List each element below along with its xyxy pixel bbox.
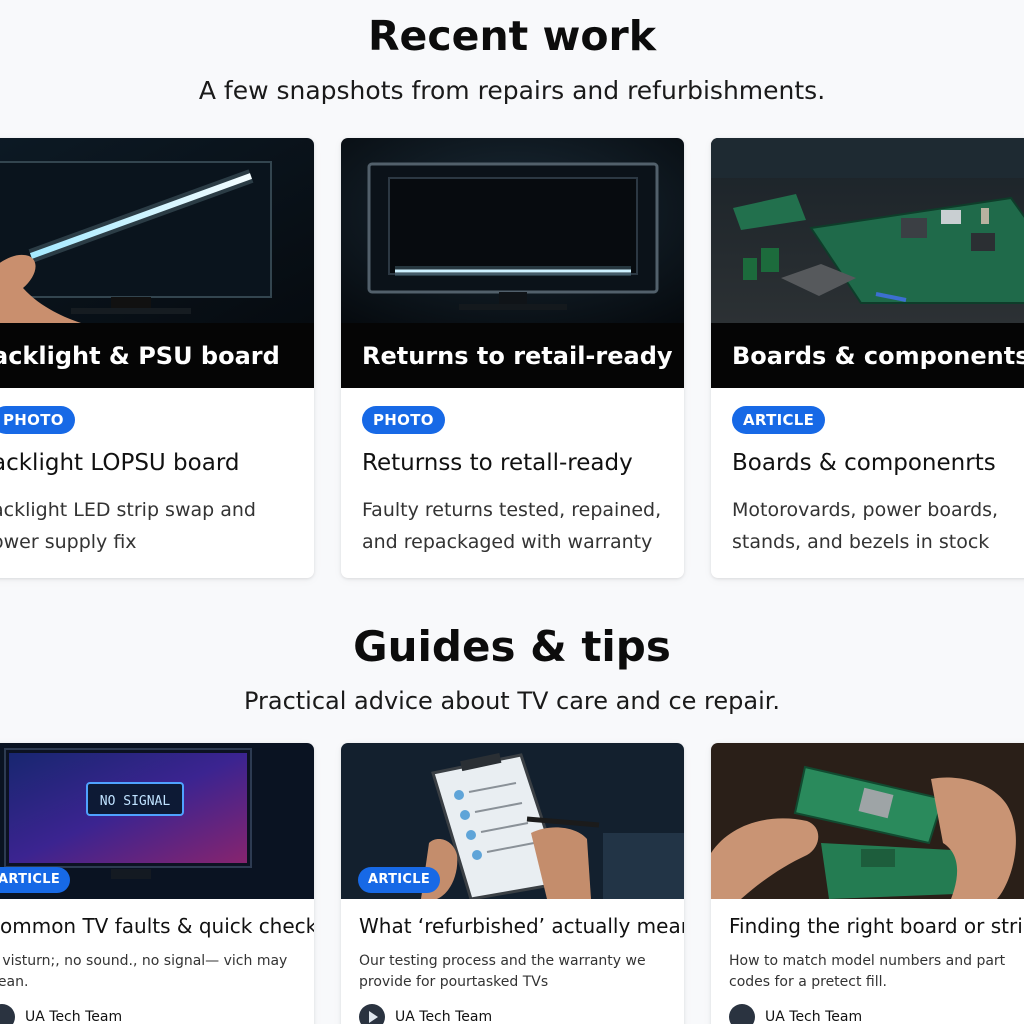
recent-work-title: Recent work [367, 12, 657, 60]
guide-card-refurbished[interactable]: ARTICLE What ‘refurbished’ actually mean… [341, 743, 684, 1024]
avatar [729, 1004, 755, 1024]
card-title[interactable]: Returnss to retall-ready [362, 450, 633, 476]
guides-title: Guides & tips [353, 622, 671, 671]
card-caption: acklight & PSU board [0, 323, 314, 388]
guide-card-faults[interactable]: NO SIGNAL ARTICLE common TV faults & qui… [0, 743, 314, 1024]
monitor-backlight-image [0, 138, 314, 323]
author: UA Tech Team [0, 1004, 123, 1024]
avatar [359, 1004, 385, 1024]
article-badge: ARTICLE [732, 406, 826, 434]
card-caption: Boards & components [711, 323, 1024, 388]
card-description: Faulty returns tested, repained, and rep… [362, 499, 662, 553]
recent-card-backlight[interactable]: acklight & PSU board PHOTO acklight LOPS… [0, 138, 314, 578]
play-icon [369, 1011, 378, 1023]
avatar [0, 1004, 15, 1024]
monitor-image [341, 138, 684, 323]
circuit-boards-image [711, 138, 1024, 323]
photo-badge: PHOTO [0, 406, 75, 434]
article-badge: ARTICLE [0, 867, 70, 893]
author-name: UA Tech Team [395, 1009, 493, 1024]
guide-card-board[interactable]: Finding the right board or strip How to … [711, 743, 1024, 1024]
card-title[interactable]: common TV faults & quick checks [0, 914, 314, 938]
card-title[interactable]: Finding the right board or strip [729, 914, 1024, 938]
recent-work-subtitle: A few snapshots from repairs and refurbi… [198, 76, 826, 105]
card-description: Our testing process and the warranty we … [359, 953, 646, 990]
card-description: Motorovards, power boards, stands, and b… [732, 499, 999, 553]
article-badge: ARTICLE [358, 867, 440, 893]
hands-circuit-board-image [711, 743, 1024, 899]
card-description: How to match model numbers and part code… [729, 953, 1006, 990]
author: UA Tech Team [729, 1004, 863, 1024]
recent-card-returns[interactable]: Returns to retail-ready PHOTO Returnss t… [341, 138, 684, 578]
no-signal-text: NO SIGNAL [100, 794, 171, 809]
author-name: UA Tech Team [25, 1009, 123, 1024]
guides-subtitle: Practical advice about TV care and ce re… [243, 687, 781, 715]
author: UA Tech Team [359, 1004, 493, 1024]
card-title[interactable]: What ‘refurbished’ actually means [359, 914, 684, 938]
card-title[interactable]: acklight LOPSU board [0, 450, 239, 476]
author-name: UA Tech Team [765, 1009, 863, 1024]
card-description: acklight LED strip swap and ower supply … [0, 499, 256, 553]
card-description: n visturn;, no sound., no signal— vich m… [0, 953, 288, 990]
card-title[interactable]: Boards & componenrts [732, 450, 996, 476]
recent-card-boards[interactable]: Boards & components ARTICLE Boards & com… [711, 138, 1024, 578]
card-caption: Returns to retail-ready [341, 323, 684, 388]
page: Recent work A few snapshots from repairs… [0, 0, 1024, 1024]
photo-badge: PHOTO [362, 406, 445, 434]
